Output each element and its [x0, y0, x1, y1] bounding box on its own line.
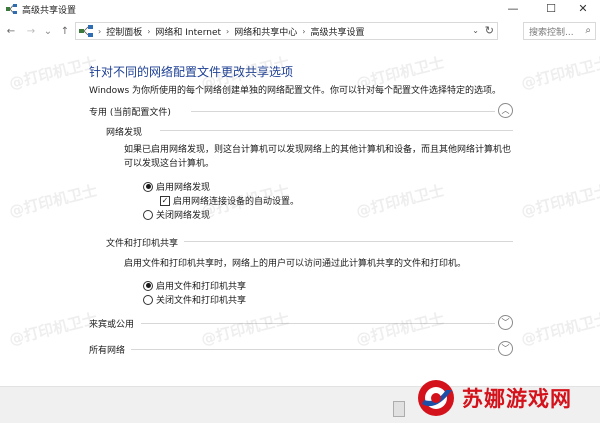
page-description: Windows 为你所使用的每个网络创建单独的网络配置文件。你可以针对每个配置文…: [89, 86, 502, 96]
maximize-button[interactable]: ☐: [534, 0, 568, 17]
search-placeholder: 搜索控制...: [529, 27, 574, 38]
breadcrumb-control-panel[interactable]: 控制面板: [106, 25, 142, 38]
search-icon: ⌕: [585, 25, 591, 36]
refresh-icon[interactable]: ↻: [485, 24, 494, 37]
divider: [160, 130, 513, 131]
address-dropdown-icon[interactable]: ⌄: [472, 26, 479, 35]
breadcrumb-advanced-sharing[interactable]: 高级共享设置: [310, 25, 364, 38]
navigation-bar: ← → ⌄ ↑ › 控制面板 › 网络和 Internet › 网络和共享中心 …: [0, 19, 600, 44]
file-sharing-description: 启用文件和打印机共享时，网络上的用户可以访问通过此计算机共享的文件和打印机。: [124, 259, 467, 269]
option-label: 启用文件和打印机共享: [156, 282, 247, 292]
breadcrumb-separator: ›: [98, 26, 102, 36]
radio-disable-network-discovery[interactable]: 关闭网络发现: [143, 208, 210, 221]
breadcrumb-separator: ›: [147, 26, 151, 36]
profile-private-header[interactable]: 专用 (当前配置文件) ︿: [89, 103, 513, 119]
breadcrumb-separator: ›: [226, 26, 230, 36]
window-title: 高级共享设置: [22, 6, 77, 16]
file-sharing-title: 文件和打印机共享: [106, 239, 179, 249]
title-bar: 高级共享设置 — ☐ ✕: [0, 0, 600, 17]
network-discovery-text-line2: 可以发现这台计算机。: [124, 159, 215, 169]
option-label: 启用网络连接设备的自动设置。: [173, 197, 300, 207]
radio-selected-icon[interactable]: [143, 280, 153, 291]
profile-private-label: 专用 (当前配置文件): [89, 108, 171, 118]
option-label: 启用网络发现: [156, 183, 211, 193]
search-input[interactable]: 搜索控制... ⌕: [523, 22, 596, 40]
logo-text: 苏娜游戏网: [462, 386, 572, 411]
radio-enable-network-discovery[interactable]: 启用网络发现: [143, 180, 210, 193]
save-changes-button[interactable]: [393, 401, 405, 417]
chevron-down-icon: ⌄: [43, 25, 53, 37]
maximize-icon: ☐: [546, 2, 556, 15]
site-logo: 苏娜游戏网: [416, 372, 600, 423]
minimize-button[interactable]: —: [496, 0, 530, 17]
page-title: 针对不同的网络配置文件更改共享选项: [89, 65, 294, 79]
close-icon: ✕: [578, 2, 588, 15]
arrow-right-icon: →: [26, 25, 36, 37]
radio-unselected-icon[interactable]: [143, 209, 153, 220]
main-content: 针对不同的网络配置文件更改共享选项 Windows 为你所使用的每个网络创建单独…: [0, 46, 600, 386]
minimize-icon: —: [507, 2, 519, 15]
close-button[interactable]: ✕: [566, 0, 600, 17]
divider: [141, 323, 495, 324]
divider: [184, 241, 513, 242]
network-sharing-icon: [79, 25, 93, 37]
profile-all-label: 所有网络: [89, 346, 126, 356]
up-button[interactable]: ↑: [58, 24, 72, 38]
network-discovery-description: 如果已启用网络发现，则这台计算机可以发现网络上的其他计算机和设备，而且其他网络计…: [124, 143, 511, 171]
radio-disable-file-sharing[interactable]: 关闭文件和打印机共享: [143, 293, 246, 306]
checkbox-checked-icon[interactable]: ✓: [160, 195, 170, 206]
breadcrumb-separator: ›: [302, 26, 306, 36]
logo-icon: [418, 379, 454, 416]
profile-guest-label: 来宾或公用: [89, 320, 135, 330]
radio-enable-file-sharing[interactable]: 启用文件和打印机共享: [143, 279, 246, 292]
profile-guest-header[interactable]: 来宾或公用 ﹀: [89, 315, 513, 331]
network-discovery-text-line1: 如果已启用网络发现，则这台计算机可以发现网络上的其他计算机和设备，而且其他网络计…: [124, 145, 512, 155]
back-button[interactable]: ←: [4, 24, 18, 38]
arrow-left-icon: ←: [6, 25, 16, 37]
breadcrumb-network-internet[interactable]: 网络和 Internet: [155, 25, 221, 38]
network-discovery-title: 网络发现: [106, 128, 143, 138]
chevron-down-icon[interactable]: ﹀: [498, 315, 513, 330]
option-label: 关闭文件和打印机共享: [156, 296, 247, 306]
recent-locations-button[interactable]: ⌄: [41, 24, 55, 38]
address-bar[interactable]: › 控制面板 › 网络和 Internet › 网络和共享中心 › 高级共享设置…: [75, 22, 498, 40]
chevron-up-icon[interactable]: ︿: [498, 103, 513, 118]
forward-button[interactable]: →: [24, 24, 38, 38]
arrow-up-icon: ↑: [60, 25, 70, 37]
network-sharing-icon: [6, 4, 17, 14]
radio-unselected-icon[interactable]: [143, 294, 153, 305]
profile-all-header[interactable]: 所有网络 ﹀: [89, 341, 513, 357]
checkbox-auto-setup[interactable]: ✓ 启用网络连接设备的自动设置。: [160, 194, 299, 207]
divider: [191, 111, 495, 112]
option-label: 关闭网络发现: [156, 211, 211, 221]
chevron-down-icon[interactable]: ﹀: [498, 341, 513, 356]
breadcrumb-network-sharing-center[interactable]: 网络和共享中心: [234, 25, 297, 38]
divider: [131, 349, 495, 350]
radio-selected-icon[interactable]: [143, 181, 153, 192]
